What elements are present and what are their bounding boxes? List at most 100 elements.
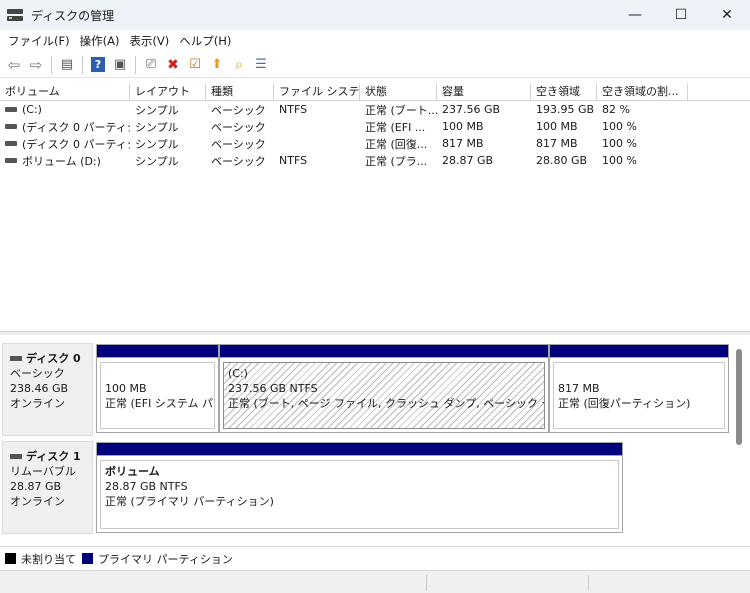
close-button[interactable]: ✕ <box>704 0 750 30</box>
status-divider <box>426 575 427 591</box>
column-layout[interactable]: レイアウト <box>130 83 206 100</box>
volume-filesystem: NTFS <box>279 154 308 167</box>
minimize-button[interactable]: — <box>612 0 658 30</box>
maximize-button[interactable]: ☐ <box>658 0 704 30</box>
toolbar: ⇦ ⇨ ▤ ? ▣ ⎚ ✖ ☑ ⬆ ⌕ ☰ <box>0 52 750 78</box>
primary-partition-bar <box>220 345 548 358</box>
help-icon: ? <box>91 57 105 72</box>
up-level-button[interactable]: ⬆ <box>206 54 228 76</box>
partition-size: 100 MB <box>105 382 147 395</box>
forward-button[interactable]: ⇨ <box>25 54 47 76</box>
connect-virtual-disk-button[interactable]: ⎚ <box>140 54 162 76</box>
delete-button[interactable]: ✖ <box>162 54 184 76</box>
volume-free-space: 100 MB <box>536 120 578 133</box>
volume-row[interactable]: (ディスク 0 パーティシ... シンプル ベーシック 正常 (回復... 81… <box>0 135 750 152</box>
menu-view[interactable]: 表示(V) <box>124 33 174 49</box>
disk-management-app-icon <box>7 8 23 22</box>
partition-status: 正常 (プライマリ パーティション) <box>105 495 274 508</box>
volume-row[interactable]: (C:) シンプル ベーシック NTFS 正常 (ブート... 237.56 G… <box>0 101 750 118</box>
back-arrow-icon: ⇦ <box>7 55 21 74</box>
volume-layout: シンプル <box>135 137 179 151</box>
column-free-percent[interactable]: 空き領域の割... <box>597 83 688 100</box>
delete-icon: ✖ <box>167 56 179 73</box>
disk-0-efi-partition[interactable]: 100 MB 正常 (EFI システム パー <box>96 344 219 433</box>
disk-icon <box>10 453 22 459</box>
disk-0-label[interactable]: ディスク 0 ベーシック 238.46 GB オンライン <box>2 343 93 436</box>
partition-status: 正常 (回復パーティション) <box>558 397 691 410</box>
volume-status: 正常 (回復... <box>365 137 428 151</box>
volume-capacity: 28.87 GB <box>442 154 494 167</box>
volume-type: ベーシック <box>211 137 266 151</box>
toolbar-separator <box>51 55 52 74</box>
volume-free-space: 193.95 GB <box>536 103 595 116</box>
connect-icon: ⎚ <box>145 57 157 72</box>
console-tree-icon: ▤ <box>60 57 74 72</box>
volume-layout: シンプル <box>135 154 179 168</box>
volume-row[interactable]: ボリューム (D:) シンプル ベーシック NTFS 正常 (プラ... 28.… <box>0 152 750 169</box>
disk-1-label[interactable]: ディスク 1 リムーバブル 28.87 GB オンライン <box>2 441 93 534</box>
partition-status: 正常 (ブート, ページ ファイル, クラッシュ ダンプ, ベーシック データ … <box>228 397 544 410</box>
partition-title: (C:) <box>228 367 248 380</box>
menu-file[interactable]: ファイル(F) <box>3 33 75 49</box>
column-capacity[interactable]: 容量 <box>437 83 531 100</box>
action-pane-icon: ▣ <box>113 57 127 72</box>
column-free-space[interactable]: 空き領域 <box>531 83 597 100</box>
primary-partition-swatch <box>82 553 93 564</box>
volume-name: (ディスク 0 パーティシ... <box>22 137 130 151</box>
menu-help[interactable]: ヘルプ(H) <box>174 33 236 49</box>
volume-free-percent: 100 % <box>602 137 637 150</box>
menu-bar: ファイル(F) 操作(A) 表示(V) ヘルプ(H) <box>0 30 750 52</box>
disk-1-name: ディスク 1 <box>26 450 81 463</box>
volume-filesystem: NTFS <box>279 103 308 116</box>
primary-partition-bar <box>97 345 218 358</box>
disk-1-volume-partition[interactable]: ボリューム 28.87 GB NTFS 正常 (プライマリ パーティション) <box>96 442 623 533</box>
partition-title: ボリューム <box>105 465 160 478</box>
window-controls: — ☐ ✕ <box>612 0 750 30</box>
disk-graphical-view: ディスク 0 ベーシック 238.46 GB オンライン 100 MB 正常 (… <box>0 335 750 546</box>
help-button[interactable]: ? <box>87 54 109 76</box>
disk-0-c-partition[interactable]: (C:) 237.56 GB NTFS 正常 (ブート, ページ ファイル, ク… <box>219 344 549 433</box>
disk-0-status: オンライン <box>10 397 65 410</box>
volume-capacity: 237.56 GB <box>442 103 501 116</box>
search-button[interactable]: ⌕ <box>228 54 250 76</box>
show-hide-action-pane-button[interactable]: ▣ <box>109 54 131 76</box>
column-volume[interactable]: ボリューム <box>0 83 130 100</box>
show-hide-console-tree-button[interactable]: ▤ <box>56 54 78 76</box>
disk-icon <box>10 355 22 361</box>
volume-icon <box>5 106 17 112</box>
volume-list-header: ボリューム レイアウト 種類 ファイル システム 状態 容量 空き領域 空き領域… <box>0 83 750 101</box>
volume-row[interactable]: (ディスク 0 パーティシ... シンプル ベーシック 正常 (EFI ... … <box>0 118 750 135</box>
partition-size: 237.56 GB NTFS <box>228 382 318 395</box>
menu-action[interactable]: 操作(A) <box>75 33 125 49</box>
volume-layout: シンプル <box>135 120 179 134</box>
status-bar <box>0 570 750 593</box>
volume-free-percent: 100 % <box>602 120 637 133</box>
volume-capacity: 817 MB <box>442 137 484 150</box>
settings-list-icon: ☰ <box>255 57 267 72</box>
settings-list-button[interactable]: ☰ <box>250 54 272 76</box>
back-button[interactable]: ⇦ <box>3 54 25 76</box>
disk-0-recovery-partition[interactable]: 817 MB 正常 (回復パーティション) <box>549 344 729 433</box>
properties-button[interactable]: ☑ <box>184 54 206 76</box>
volume-type: ベーシック <box>211 103 266 117</box>
legend-primary-partition: プライマリ パーティション <box>98 552 233 566</box>
volume-name: ボリューム (D:) <box>22 154 101 168</box>
column-filesystem[interactable]: ファイル システム <box>274 83 360 100</box>
status-divider <box>588 575 589 591</box>
volume-status: 正常 (ブート... <box>365 103 437 117</box>
column-status[interactable]: 状態 <box>360 83 437 100</box>
volume-free-space: 28.80 GB <box>536 154 588 167</box>
vertical-scrollbar[interactable] <box>736 349 742 445</box>
unallocated-swatch <box>5 553 16 564</box>
volume-name: (ディスク 0 パーティシ... <box>22 120 130 134</box>
volume-icon <box>5 158 17 163</box>
volume-free-space: 817 MB <box>536 137 578 150</box>
column-type[interactable]: 種類 <box>206 83 274 100</box>
volume-free-percent: 82 % <box>602 103 630 116</box>
volume-name: (C:) <box>22 103 42 116</box>
primary-partition-bar <box>550 345 728 358</box>
forward-arrow-icon: ⇨ <box>29 55 43 74</box>
disk-0-type: ベーシック <box>10 367 65 380</box>
disk-1-status: オンライン <box>10 495 65 508</box>
properties-icon: ☑ <box>189 57 201 72</box>
